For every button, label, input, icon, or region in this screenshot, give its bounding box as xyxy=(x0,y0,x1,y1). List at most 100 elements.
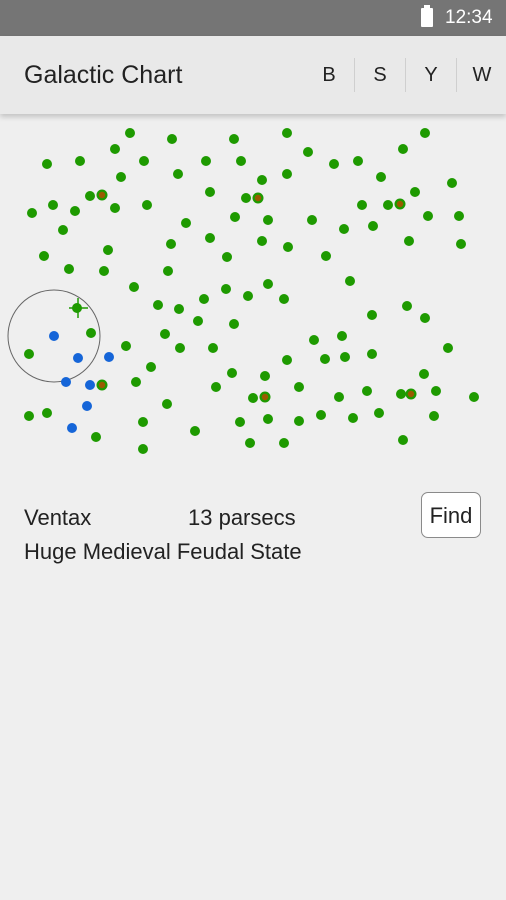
star-system[interactable] xyxy=(431,386,441,396)
star-system[interactable] xyxy=(241,193,251,203)
menu-y-button[interactable]: Y xyxy=(406,58,456,92)
star-system[interactable] xyxy=(245,438,255,448)
star-system[interactable] xyxy=(205,187,215,197)
star-system[interactable] xyxy=(221,284,231,294)
star-system[interactable] xyxy=(174,304,184,314)
star-system[interactable] xyxy=(279,294,289,304)
star-system[interactable] xyxy=(443,343,453,353)
star-system[interactable] xyxy=(103,245,113,255)
star-system[interactable] xyxy=(229,319,239,329)
star-system[interactable] xyxy=(307,215,317,225)
star-system[interactable] xyxy=(447,178,457,188)
star-system[interactable] xyxy=(357,200,367,210)
star-system[interactable] xyxy=(85,191,95,201)
star-system[interactable] xyxy=(24,411,34,421)
star-system[interactable] xyxy=(193,316,203,326)
star-system[interactable] xyxy=(70,206,80,216)
star-system[interactable] xyxy=(166,239,176,249)
star-system[interactable] xyxy=(396,389,406,399)
star-system[interactable] xyxy=(423,211,433,221)
star-system[interactable] xyxy=(283,242,293,252)
star-system[interactable] xyxy=(257,175,267,185)
star-system[interactable] xyxy=(374,408,384,418)
star-system[interactable] xyxy=(345,276,355,286)
star-system[interactable] xyxy=(263,279,273,289)
star-system[interactable] xyxy=(309,335,319,345)
star-system[interactable] xyxy=(248,393,258,403)
star-system[interactable] xyxy=(279,438,289,448)
star-system[interactable] xyxy=(227,368,237,378)
star-system[interactable] xyxy=(42,408,52,418)
star-system[interactable] xyxy=(320,354,330,364)
star-system[interactable] xyxy=(263,414,273,424)
star-system[interactable] xyxy=(337,331,347,341)
star-system[interactable] xyxy=(236,156,246,166)
star-system[interactable] xyxy=(153,300,163,310)
star-system[interactable] xyxy=(199,294,209,304)
star-system[interactable] xyxy=(410,187,420,197)
star-system[interactable] xyxy=(294,382,304,392)
star-system[interactable] xyxy=(398,144,408,154)
star-system[interactable] xyxy=(91,432,101,442)
star-system[interactable] xyxy=(110,144,120,154)
star-system[interactable] xyxy=(42,159,52,169)
star-system[interactable] xyxy=(243,291,253,301)
star-system[interactable] xyxy=(190,426,200,436)
star-system[interactable] xyxy=(211,382,221,392)
star-system[interactable] xyxy=(469,392,479,402)
star-system[interactable] xyxy=(175,343,185,353)
star-system-in-range[interactable] xyxy=(104,352,114,362)
star-system[interactable] xyxy=(48,200,58,210)
star-system[interactable] xyxy=(208,343,218,353)
star-system[interactable] xyxy=(367,310,377,320)
star-system[interactable] xyxy=(142,200,152,210)
star-system[interactable] xyxy=(454,211,464,221)
star-system[interactable] xyxy=(353,156,363,166)
star-system[interactable] xyxy=(376,172,386,182)
star-system[interactable] xyxy=(334,392,344,402)
star-system[interactable] xyxy=(263,215,273,225)
star-system[interactable] xyxy=(294,416,304,426)
star-system[interactable] xyxy=(162,399,172,409)
star-system[interactable] xyxy=(282,128,292,138)
star-system[interactable] xyxy=(282,169,292,179)
star-system[interactable] xyxy=(75,156,85,166)
star-system[interactable] xyxy=(131,377,141,387)
star-system[interactable] xyxy=(340,352,350,362)
star-system[interactable] xyxy=(116,172,126,182)
star-system[interactable] xyxy=(367,349,377,359)
star-system-in-range[interactable] xyxy=(82,401,92,411)
star-system[interactable] xyxy=(321,251,331,261)
star-system[interactable] xyxy=(456,239,466,249)
galaxy-map[interactable] xyxy=(0,118,506,468)
star-system[interactable] xyxy=(121,341,131,351)
star-system[interactable] xyxy=(205,233,215,243)
star-system[interactable] xyxy=(58,225,68,235)
star-system[interactable] xyxy=(222,252,232,262)
star-system-in-range[interactable] xyxy=(73,353,83,363)
star-system[interactable] xyxy=(362,386,372,396)
star-system-in-range[interactable] xyxy=(85,380,95,390)
star-system[interactable] xyxy=(420,128,430,138)
star-system[interactable] xyxy=(39,251,49,261)
star-system[interactable] xyxy=(160,329,170,339)
star-system[interactable] xyxy=(163,266,173,276)
star-system-in-range[interactable] xyxy=(61,377,71,387)
star-system[interactable] xyxy=(257,236,267,246)
star-system[interactable] xyxy=(303,147,313,157)
star-system[interactable] xyxy=(138,417,148,427)
star-system[interactable] xyxy=(316,410,326,420)
star-system[interactable] xyxy=(235,417,245,427)
star-system[interactable] xyxy=(339,224,349,234)
star-system-in-range[interactable] xyxy=(67,423,77,433)
star-system[interactable] xyxy=(167,134,177,144)
star-system[interactable] xyxy=(282,355,292,365)
find-button[interactable]: Find xyxy=(421,492,481,538)
star-system[interactable] xyxy=(329,159,339,169)
star-system[interactable] xyxy=(86,328,96,338)
star-system[interactable] xyxy=(348,413,358,423)
star-system[interactable] xyxy=(383,200,393,210)
star-system[interactable] xyxy=(138,444,148,454)
menu-w-button[interactable]: W xyxy=(457,58,506,92)
star-system[interactable] xyxy=(419,369,429,379)
